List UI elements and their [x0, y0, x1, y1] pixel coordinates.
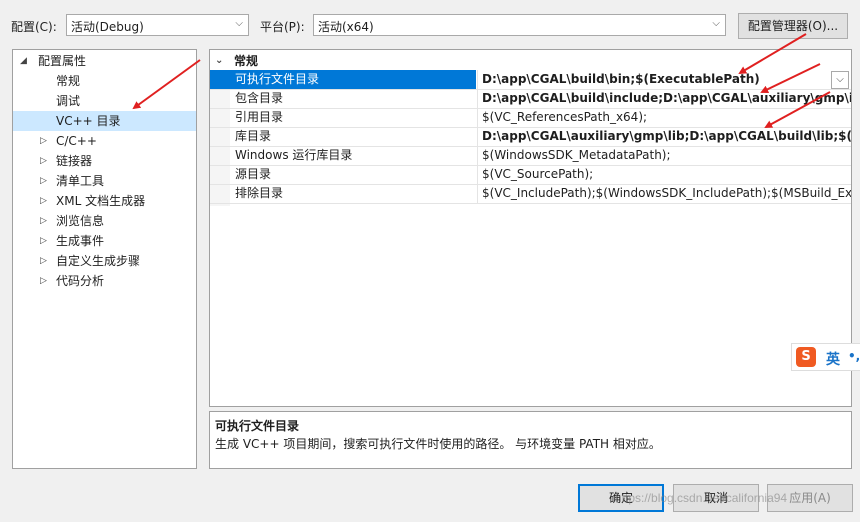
arrow-to-executable-dirs	[738, 33, 807, 75]
arrow-to-include-dirs	[760, 63, 821, 93]
annotation-arrows	[132, 33, 831, 128]
arrow-to-vc-directories	[132, 59, 201, 110]
arrow-to-library-dirs	[764, 91, 831, 128]
